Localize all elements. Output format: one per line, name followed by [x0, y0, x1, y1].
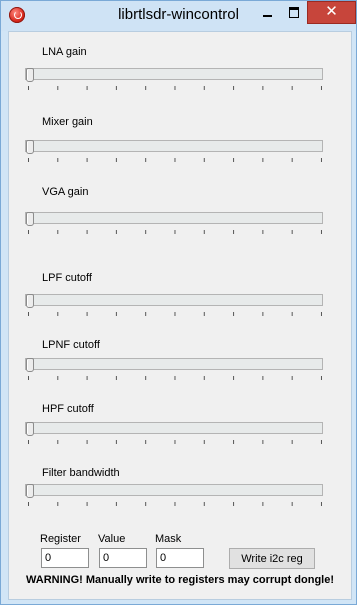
mixer-gain-slider-thumb[interactable] — [26, 140, 34, 154]
lpf-cutoff-slider[interactable] — [25, 294, 323, 308]
app-window: librtlsdr-wincontrol ✕ LNA gain Mixer ga… — [0, 0, 357, 605]
warning-text: WARNING! Manually write to registers may… — [25, 574, 335, 586]
vga-gain-label: VGA gain — [42, 186, 89, 198]
hpf-cutoff-ticks — [28, 440, 324, 444]
lpnf-cutoff-slider[interactable] — [25, 358, 323, 372]
lna-gain-slider[interactable] — [25, 68, 323, 82]
register-label: Register — [40, 533, 81, 545]
maximize-button[interactable] — [280, 1, 308, 24]
mixer-gain-label: Mixer gain — [42, 116, 93, 128]
mask-input[interactable] — [156, 548, 204, 568]
lna-gain-label: LNA gain — [42, 46, 87, 58]
lpnf-cutoff-ticks — [28, 376, 324, 380]
lpf-cutoff-slider-thumb[interactable] — [26, 294, 34, 308]
hpf-cutoff-slider[interactable] — [25, 422, 323, 436]
minimize-icon — [263, 15, 272, 17]
maximize-icon — [289, 7, 299, 18]
client-area: LNA gain Mixer gain VGA gain LPF cutoff … — [8, 31, 352, 600]
hpf-cutoff-slider-thumb[interactable] — [26, 422, 34, 436]
mask-label: Mask — [155, 533, 182, 545]
vga-gain-slider[interactable] — [25, 212, 323, 226]
hpf-cutoff-label: HPF cutoff — [42, 403, 94, 415]
vga-gain-ticks — [28, 230, 324, 234]
filter-bandwidth-slider[interactable] — [25, 484, 323, 498]
lna-gain-slider-thumb[interactable] — [26, 68, 34, 82]
mixer-gain-ticks — [28, 158, 324, 162]
lna-gain-ticks — [28, 86, 324, 90]
register-input[interactable] — [41, 548, 89, 568]
filter-bandwidth-ticks — [28, 502, 324, 506]
lpnf-cutoff-slider-thumb[interactable] — [26, 358, 34, 372]
value-label: Value — [98, 533, 126, 545]
lpf-cutoff-ticks — [28, 312, 324, 316]
minimize-button[interactable] — [253, 1, 281, 24]
close-button[interactable]: ✕ — [307, 1, 356, 24]
value-input[interactable] — [99, 548, 147, 568]
filter-bandwidth-slider-thumb[interactable] — [26, 484, 34, 498]
write-i2c-reg-button[interactable]: Write i2c reg — [229, 548, 315, 569]
mixer-gain-slider[interactable] — [25, 140, 323, 154]
lpnf-cutoff-label: LPNF cutoff — [42, 339, 100, 351]
vga-gain-slider-thumb[interactable] — [26, 212, 34, 226]
filter-bandwidth-label: Filter bandwidth — [42, 467, 120, 479]
lpf-cutoff-label: LPF cutoff — [42, 272, 92, 284]
title-bar[interactable]: librtlsdr-wincontrol ✕ — [1, 1, 356, 31]
close-icon: ✕ — [325, 3, 338, 20]
